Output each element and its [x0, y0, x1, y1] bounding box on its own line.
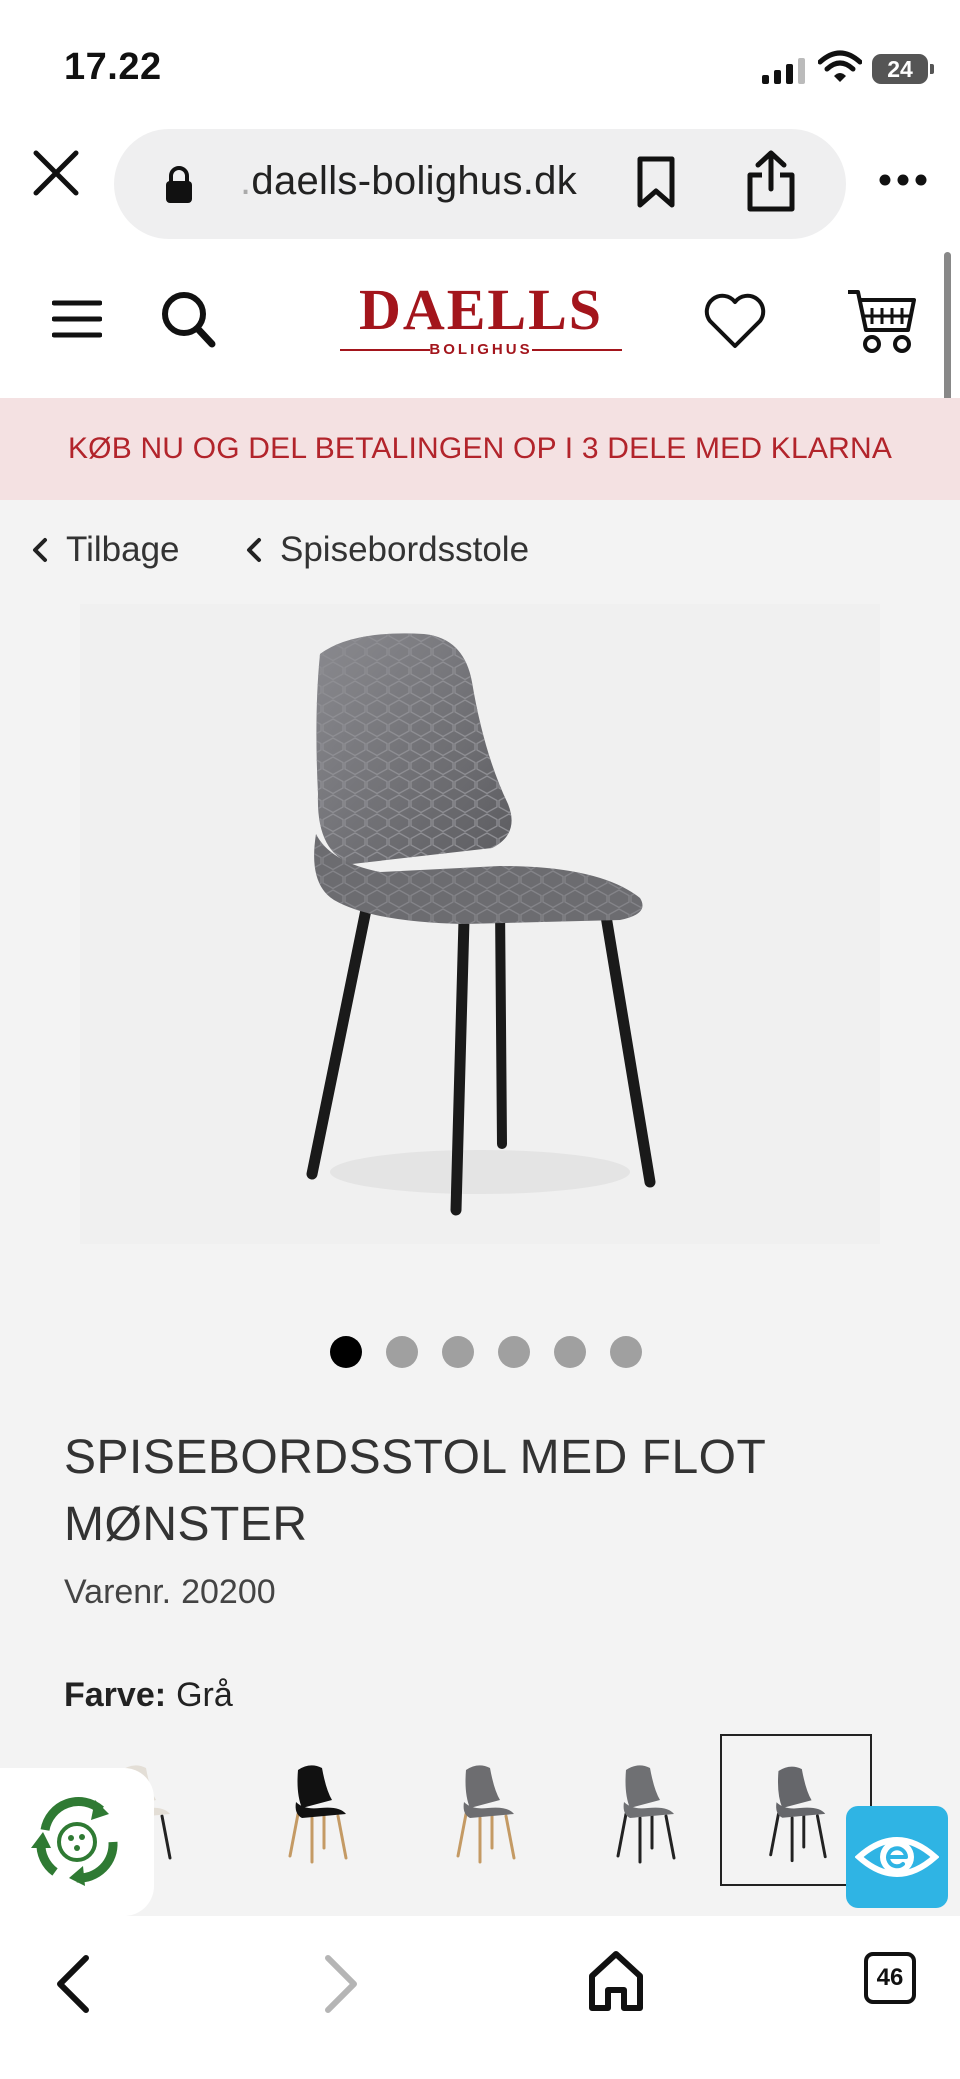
- swatch-grey-black[interactable]: [568, 1734, 720, 1886]
- recycle-icon: [31, 1797, 118, 1886]
- e-maerket-icon: [855, 1837, 939, 1877]
- swatch-grey-wood[interactable]: [408, 1734, 560, 1886]
- chair-thumbnail: [456, 1765, 516, 1864]
- signal-icon: [762, 56, 805, 84]
- eco-badge[interactable]: [0, 1768, 154, 1916]
- sku-value: 20200: [181, 1573, 276, 1611]
- gallery-dot[interactable]: [498, 1336, 530, 1368]
- gallery-pagination: [0, 1336, 960, 1370]
- more-icon[interactable]: [878, 173, 928, 187]
- chevron-left-icon: [247, 538, 261, 562]
- status-bar: 17.22 24: [0, 0, 960, 125]
- back-arrow-icon[interactable]: [52, 1952, 92, 2016]
- breadcrumb: Tilbage Spisebordsstole: [0, 500, 960, 604]
- back-link[interactable]: Tilbage: [32, 530, 180, 570]
- heart-icon[interactable]: [702, 290, 768, 350]
- gallery-dot[interactable]: [330, 1336, 362, 1368]
- bookmark-icon[interactable]: [634, 155, 678, 209]
- close-icon[interactable]: [30, 147, 82, 199]
- back-link-label: Tilbage: [66, 530, 180, 569]
- wifi-icon: [818, 50, 862, 82]
- category-link-label: Spisebordsstole: [280, 530, 530, 569]
- lock-icon: [166, 166, 192, 203]
- site-header: DAELLS BOLIGHUS: [0, 250, 960, 398]
- gallery-dot[interactable]: [386, 1336, 418, 1368]
- browser-toolbar: 46: [0, 1916, 960, 2079]
- klarna-banner[interactable]: KØB NU OG DEL BETALINGEN OP I 3 DELE MED…: [0, 398, 960, 500]
- chair-illustration: [306, 633, 656, 1216]
- site-logo[interactable]: DAELLS BOLIGHUS: [336, 280, 626, 360]
- share-icon[interactable]: [744, 149, 798, 213]
- color-label: Farve:: [64, 1676, 167, 1714]
- color-selection: Farve: Grå: [64, 1676, 233, 1715]
- swatch-black-wood[interactable]: [240, 1734, 392, 1886]
- battery-icon: 24: [872, 54, 934, 84]
- tabs-icon[interactable]: 46: [864, 1952, 916, 2004]
- logo-subtitle: BOLIGHUS: [429, 341, 533, 358]
- cart-icon[interactable]: [846, 286, 918, 356]
- product-title: SPISEBORDSSTOL MED FLOT MØNSTER: [64, 1431, 766, 1551]
- klarna-banner-text: KØB NU OG DEL BETALINGEN OP I 3 DELE MED…: [67, 432, 893, 465]
- sku-label: Varenr.: [64, 1573, 172, 1611]
- url-text: .daells-bolighus.dk: [240, 159, 578, 203]
- chair-thumbnail: [616, 1765, 676, 1864]
- menu-icon[interactable]: [52, 298, 102, 340]
- gallery-dot[interactable]: [554, 1336, 586, 1368]
- color-value: Grå: [176, 1676, 233, 1714]
- forward-arrow-icon[interactable]: [322, 1952, 362, 2016]
- chair-thumbnail: [288, 1765, 348, 1864]
- url-field[interactable]: .daells-bolighus.dk: [114, 129, 846, 239]
- category-link[interactable]: Spisebordsstole: [246, 530, 529, 570]
- home-icon[interactable]: [588, 1950, 644, 2012]
- product-image[interactable]: [80, 604, 880, 1244]
- browser-address-bar: .daells-bolighus.dk: [0, 125, 960, 250]
- logo-wordmark: DAELLS: [358, 277, 604, 342]
- product-sku: Varenr. 20200: [64, 1573, 276, 1612]
- chevron-left-icon: [33, 538, 47, 562]
- search-icon[interactable]: [160, 290, 216, 348]
- e-maerket-badge[interactable]: [846, 1806, 948, 1908]
- gallery-dot[interactable]: [442, 1336, 474, 1368]
- status-time: 17.22: [64, 46, 162, 88]
- gallery-dot[interactable]: [610, 1336, 642, 1368]
